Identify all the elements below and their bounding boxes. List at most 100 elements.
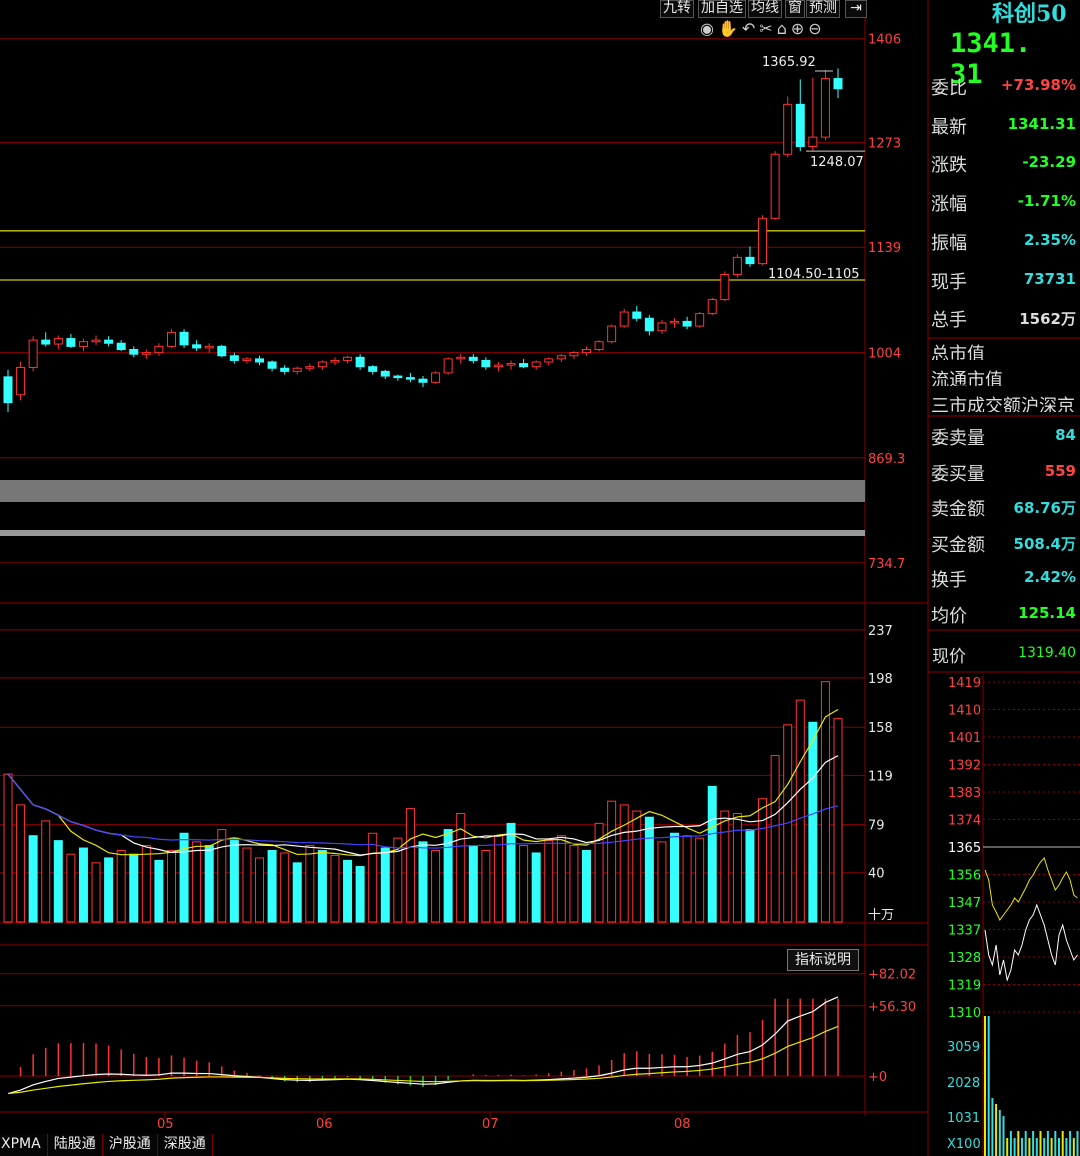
quote-value: 2.35% (1023, 230, 1076, 249)
tab-lugutong[interactable]: 陆股通 (47, 1134, 103, 1156)
volume-bar (41, 820, 51, 923)
quote-label: 委比 (931, 78, 967, 99)
candle-body (78, 341, 88, 347)
quote-label: 总市值 (931, 344, 985, 360)
volume-bar (217, 829, 227, 923)
quote-label: 委买量 (931, 463, 985, 485)
volume-bar (179, 832, 189, 923)
quote-row: 卖金额 68.76万 (931, 489, 1080, 523)
candle-body (795, 103, 805, 147)
quote-label: 涨幅 (931, 194, 967, 216)
volume-bar (255, 857, 265, 923)
indicator-explain-button[interactable]: 指标说明 (787, 949, 859, 971)
volume-bar (493, 835, 503, 923)
volume-bar (556, 835, 566, 923)
quote-row: 涨幅 -1.71% (931, 184, 1080, 218)
volume-bar (3, 773, 13, 923)
candle-body (129, 349, 139, 355)
quote-label: 振幅 (931, 232, 967, 254)
x-tick-label: 05 (157, 1117, 174, 1132)
volume-bar (758, 798, 768, 923)
tab-xpma[interactable]: XPMA (0, 1134, 48, 1156)
intraday-price-tick: 1383 (948, 786, 981, 801)
volume-bar (695, 837, 705, 923)
intraday-price-tick: 1401 (948, 731, 981, 746)
volume-bar (292, 862, 302, 923)
candle-body (305, 366, 315, 369)
intraday-avg-line (984, 857, 1078, 921)
candles (3, 68, 843, 412)
volume-bar (468, 845, 478, 923)
volume-tick-label: 198 (868, 672, 893, 687)
tab-hugutong[interactable]: 沪股通 (102, 1134, 158, 1156)
volume-bar (506, 822, 516, 923)
hand-icon[interactable]: ✋ (718, 19, 742, 38)
quote-row: 委买量 559 (931, 454, 1080, 488)
candle-body (166, 331, 176, 347)
candle-body (53, 338, 63, 345)
quote-value: 84 (1055, 426, 1076, 444)
quote-row: 换手 2.42% (931, 560, 1080, 594)
volume-bar (619, 804, 629, 923)
lock-icon[interactable]: ⌂ (777, 19, 791, 38)
forecast-button[interactable]: 预测 (806, 0, 840, 18)
candle-body (758, 217, 768, 265)
tab-shengutong[interactable]: 深股通 (157, 1134, 213, 1156)
candle-body (657, 322, 667, 332)
volume-bar (569, 845, 579, 923)
intraday-price-tick: 1319 (948, 979, 981, 994)
arrow-right-bar-icon[interactable]: ⇥ (845, 0, 867, 18)
volume-bar (104, 857, 114, 923)
window-button[interactable]: 窗 (785, 0, 805, 18)
candle-body (154, 345, 164, 354)
x-tick-label: 06 (316, 1117, 333, 1132)
jiuzhuan-button[interactable]: 九转 (660, 0, 694, 18)
candle-body (644, 317, 654, 332)
quote-row: 涨跌 -23.29 (931, 145, 1080, 179)
volume-bar (418, 841, 428, 923)
candle-body (280, 367, 290, 372)
volume-bar (229, 837, 239, 923)
volume-bar (607, 800, 617, 923)
average-lines (7, 708, 839, 857)
zoom-in-icon[interactable]: ⊕ (791, 19, 808, 38)
candle-body (192, 344, 202, 349)
volume-bar (632, 810, 642, 923)
volume-bar (129, 853, 139, 923)
xpma-tick-label: +56.30 (868, 1000, 916, 1015)
quote-label: 均价 (931, 605, 967, 627)
quote-label: 买金额 (931, 534, 985, 556)
candle-body (217, 345, 227, 357)
ma-button[interactable]: 均线 (748, 0, 782, 18)
candle-body (745, 256, 755, 265)
volume-unit-label: 十万 (868, 908, 894, 923)
gap-band (0, 530, 865, 536)
quote-value: 559 (1044, 461, 1076, 480)
high-annotation: 1365.92 (762, 55, 816, 70)
volume-bar (670, 832, 680, 923)
volume-bar (192, 841, 202, 923)
candle-body (431, 372, 441, 383)
quote-value: -1.71% (1017, 192, 1076, 211)
candle-body (179, 331, 189, 346)
volume-bar (707, 785, 717, 923)
kline-chart[interactable]: 1406 1273 1139 1004 869.3 734.7 1365.92 1248.07… (0, 0, 1080, 1156)
scissors-icon[interactable]: ✂ (759, 19, 776, 38)
quote-value: 1341.31 (1007, 114, 1076, 133)
zoom-out-icon[interactable]: ⊖ (808, 19, 825, 38)
intraday-price-tick: 1328 (948, 951, 981, 966)
candle-body (783, 103, 793, 155)
intraday-price-line (984, 903, 1078, 982)
intraday-price-tick: 1356 (948, 869, 981, 884)
undo-icon[interactable]: ↶ (742, 19, 759, 38)
quote-value: 2.42% (1023, 568, 1076, 586)
quote-value: 508.4万 (1013, 534, 1076, 553)
candle-body (405, 377, 415, 380)
candle-body (808, 136, 818, 147)
quote-row: 总市值 (931, 334, 1080, 360)
volume-bar (431, 850, 441, 923)
volume-bar (531, 852, 541, 923)
add-watchlist-button[interactable]: 加自选 (698, 0, 746, 18)
eye-icon[interactable]: ◉ (700, 19, 718, 38)
candle-body (481, 359, 491, 368)
